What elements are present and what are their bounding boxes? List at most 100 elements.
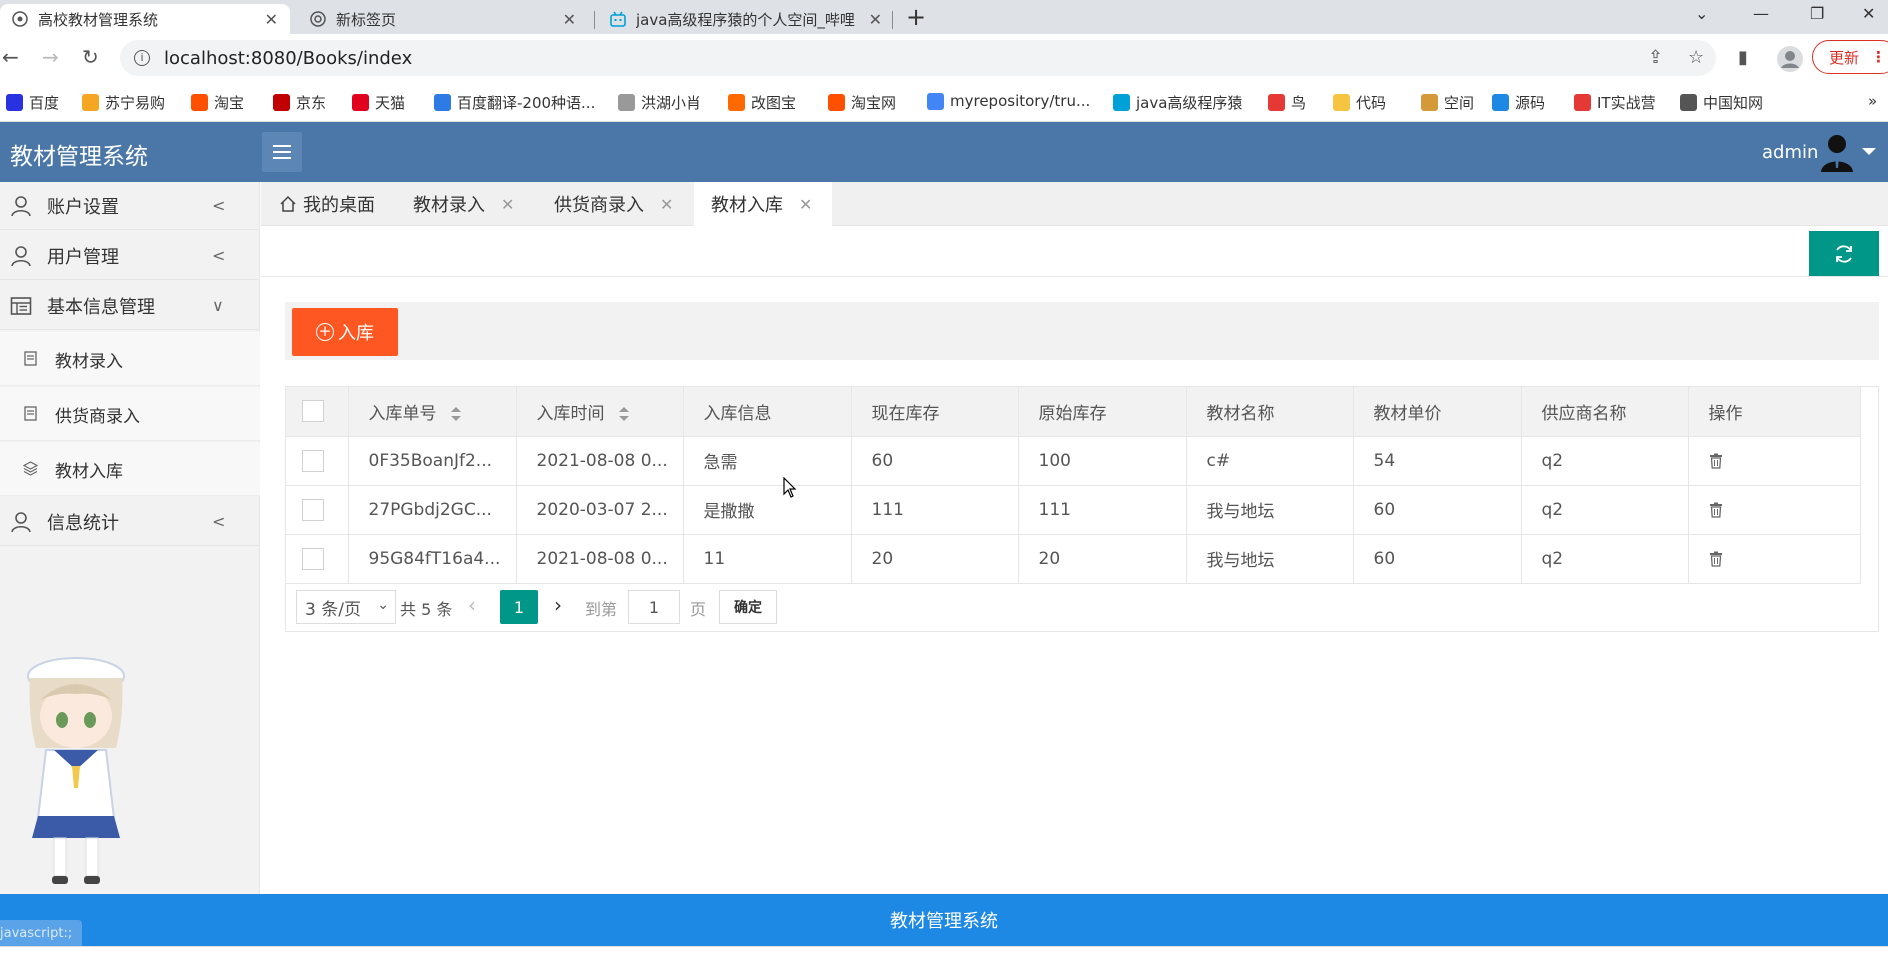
- bookmark-item[interactable]: 代码: [1333, 92, 1386, 113]
- bookmark-label: 天猫: [375, 94, 406, 112]
- chevron-down-icon[interactable]: [1862, 148, 1876, 155]
- share-icon[interactable]: ⇪: [1648, 47, 1663, 68]
- close-icon[interactable]: ✕: [563, 10, 576, 29]
- more-bookmarks-icon[interactable]: »: [1868, 92, 1877, 110]
- column-header[interactable]: 入库单号: [348, 387, 517, 437]
- reload-icon[interactable]: ↻: [82, 45, 99, 69]
- current-page-button[interactable]: 1: [500, 590, 538, 624]
- table-cell: 急需: [683, 436, 852, 486]
- close-icon[interactable]: ✕: [265, 10, 278, 29]
- bookmark-item[interactable]: 鸟: [1268, 92, 1306, 113]
- bookmark-item[interactable]: 淘宝网: [828, 92, 896, 113]
- tab-supplier-entry[interactable]: 供货商录入 ✕: [554, 182, 673, 226]
- row-checkbox[interactable]: [302, 498, 324, 521]
- tab-search-icon[interactable]: ⌄: [1695, 4, 1708, 23]
- close-icon[interactable]: ✕: [660, 195, 673, 214]
- trash-icon[interactable]: [1709, 453, 1723, 469]
- sidepanel-icon[interactable]: ▮: [1738, 47, 1748, 68]
- sidebar-item-users[interactable]: 用户管理 <: [0, 232, 260, 280]
- bookmark-item[interactable]: java高级程序猿: [1113, 92, 1242, 113]
- column-header: 供应商名称: [1521, 387, 1689, 437]
- trash-icon[interactable]: [1709, 502, 1723, 518]
- table-row[interactable]: 27PGbdj2GC... 2020-03-07 2... 是撒撒 111 111 我与地…: [286, 485, 1861, 535]
- new-tab-icon[interactable]: +: [906, 3, 926, 31]
- close-icon[interactable]: ✕: [799, 195, 812, 214]
- refresh-button[interactable]: [1809, 231, 1879, 276]
- close-icon[interactable]: ✕: [501, 195, 514, 214]
- table-row[interactable]: 95G84fT16a4... 2021-08-08 0... 11 20 20 我与地坛 6…: [286, 534, 1861, 584]
- bookmark-item[interactable]: 苏宁易购: [82, 92, 165, 113]
- page-tabs: 我的桌面 教材录入 ✕ 供货商录入 ✕ 教材入库 ✕: [261, 182, 1888, 226]
- sidebar-subitem-book-entry[interactable]: 教材录入: [0, 332, 260, 386]
- goto-page-input[interactable]: 1: [628, 590, 680, 624]
- bookmark-item[interactable]: 洪湖小肖: [618, 92, 701, 113]
- mascot-image[interactable]: [6, 648, 146, 888]
- window-close-icon[interactable]: ✕: [1862, 4, 1875, 23]
- stock-in-button[interactable]: + 入库: [292, 308, 398, 356]
- row-checkbox[interactable]: [302, 449, 324, 472]
- tab-desktop[interactable]: 我的桌面: [279, 182, 375, 226]
- bookmark-item[interactable]: 天猫: [352, 92, 405, 113]
- bookmark-item[interactable]: 中国知网: [1680, 92, 1763, 113]
- tab-book-entry[interactable]: 教材录入 ✕: [413, 182, 514, 226]
- forward-icon[interactable]: →: [42, 45, 59, 69]
- table-cell: q2: [1521, 534, 1689, 584]
- next-page-icon[interactable]: ›: [554, 593, 562, 617]
- column-header[interactable]: 入库时间: [516, 387, 684, 437]
- table-cell: 60: [851, 436, 1019, 486]
- sort-icon[interactable]: [618, 406, 629, 421]
- bookmark-icon: [1680, 94, 1697, 111]
- bookmark-icon: [352, 94, 369, 111]
- bookmark-item[interactable]: myrepository/tru...: [927, 92, 1090, 110]
- close-icon[interactable]: ✕: [869, 10, 882, 29]
- bookmark-icon: [1574, 94, 1591, 111]
- bilibili-icon: [610, 11, 626, 27]
- browser-tab-active[interactable]: 高校教材管理系统 ✕: [0, 4, 290, 34]
- sidebar-item-account[interactable]: 账户设置 <: [0, 182, 260, 230]
- bookmark-item[interactable]: 改图宝: [728, 92, 796, 113]
- table-cell: 54: [1353, 436, 1522, 486]
- browser-tab-title: 高校教材管理系统: [38, 10, 159, 29]
- sidebar-subitem-label: 教材录入: [55, 352, 123, 372]
- browser-tab[interactable]: 新标签页 ✕: [298, 4, 588, 34]
- goto-confirm-button[interactable]: 确定: [719, 590, 777, 624]
- bookmark-item[interactable]: 京东: [273, 92, 326, 113]
- tab-book-stock-in[interactable]: 教材入库 ✕: [694, 182, 832, 226]
- page-label: 页: [690, 600, 707, 619]
- table-cell: 60: [1353, 534, 1522, 584]
- sidebar-subitem-supplier-entry[interactable]: 供货商录入: [0, 387, 260, 441]
- bookmark-item[interactable]: 淘宝: [191, 92, 244, 113]
- menu-toggle-button[interactable]: [262, 132, 302, 172]
- bookmark-item[interactable]: IT实战营: [1574, 92, 1656, 113]
- prev-page-icon[interactable]: ‹: [468, 593, 476, 617]
- sidebar-item-statistics[interactable]: 信息统计 <: [0, 498, 260, 546]
- sort-icon[interactable]: [450, 406, 461, 421]
- select-all-checkbox[interactable]: [302, 400, 324, 423]
- page-size-select[interactable]: 3 条/页 ⌄: [296, 590, 396, 624]
- user-name[interactable]: admin: [1762, 142, 1818, 163]
- bookmark-item[interactable]: 空间: [1421, 92, 1474, 113]
- minimize-icon[interactable]: —: [1753, 4, 1769, 23]
- url-field[interactable]: i localhost:8080/Books/index: [120, 40, 1716, 76]
- bookmark-label: 百度翻译-200种语...: [457, 94, 596, 112]
- table-row[interactable]: 0F35BoanJf2... 2021-08-08 0... 急需 60 100 c# 54…: [286, 436, 1861, 486]
- profile-icon[interactable]: [1776, 45, 1804, 73]
- browser-tab[interactable]: java高级程序猿的个人空间_哔哩 ✕: [598, 4, 894, 34]
- row-checkbox[interactable]: [302, 547, 324, 570]
- bookmark-item[interactable]: 百度: [6, 92, 59, 113]
- star-icon[interactable]: ☆: [1688, 47, 1704, 68]
- sidebar-item-basic-info[interactable]: 基本信息管理 ∨: [0, 282, 260, 330]
- update-button[interactable]: 更新 ⋮: [1812, 40, 1888, 74]
- avatar[interactable]: [1818, 132, 1856, 172]
- trash-icon[interactable]: [1709, 551, 1723, 567]
- bookmark-icon: [1113, 94, 1130, 111]
- bookmark-item[interactable]: 百度翻译-200种语...: [434, 92, 595, 113]
- info-icon[interactable]: i: [134, 50, 150, 66]
- bookmark-item[interactable]: 源码: [1492, 92, 1545, 113]
- maximize-icon[interactable]: ❐: [1810, 4, 1824, 23]
- column-header: 操作: [1688, 387, 1861, 437]
- sidebar-subitem-book-stock-in[interactable]: 教材入库: [0, 442, 260, 496]
- table-cell: 111: [1018, 485, 1187, 535]
- back-icon[interactable]: ←: [2, 45, 19, 69]
- bookmark-icon: [828, 94, 845, 111]
